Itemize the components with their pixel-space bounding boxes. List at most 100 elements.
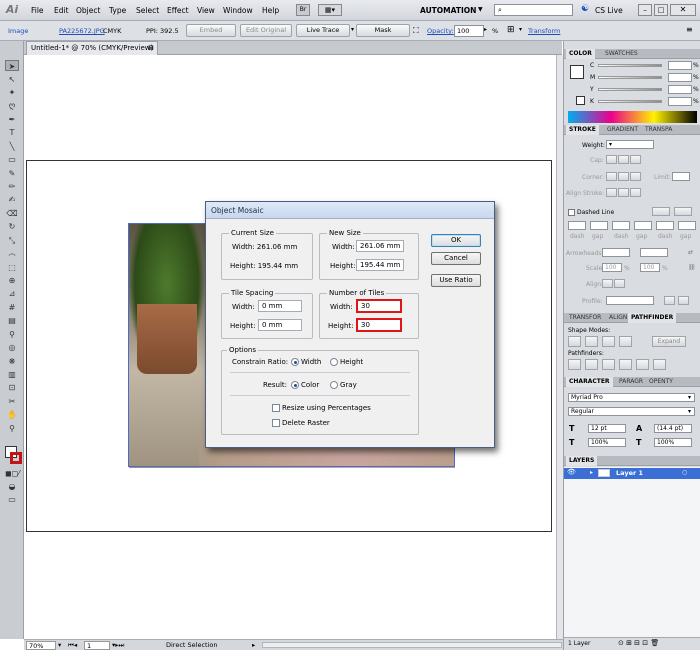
cs-live-menu[interactable]: CS Live: [595, 6, 623, 15]
arrow-tip-beyond-button[interactable]: [602, 279, 613, 288]
rotate-tool-icon[interactable]: ↻: [5, 221, 19, 232]
tab-opentype[interactable]: OPENTY: [646, 377, 676, 387]
round-cap-button[interactable]: [618, 155, 629, 164]
end-scale-input[interactable]: 100: [640, 263, 660, 272]
butt-cap-button[interactable]: [606, 155, 617, 164]
horizontal-scale-input[interactable]: 100%: [654, 438, 692, 447]
flip-across-button[interactable]: [678, 296, 689, 305]
layer-name[interactable]: Layer 1: [616, 469, 643, 477]
hand-tool-icon[interactable]: ✋: [5, 409, 19, 420]
tab-color[interactable]: COLOR: [566, 49, 595, 59]
gap-3-input[interactable]: [678, 221, 696, 230]
horizontal-scrollbar[interactable]: [262, 642, 562, 648]
menu-file[interactable]: File: [31, 6, 44, 15]
edit-original-button[interactable]: Edit Original: [240, 24, 292, 37]
tiles-height-input[interactable]: 30: [356, 318, 402, 332]
object-type-label[interactable]: Image: [8, 27, 28, 35]
maximize-button[interactable]: □: [654, 4, 668, 16]
channel-y-slider[interactable]: [598, 88, 662, 91]
channel-c-slider[interactable]: [598, 64, 662, 67]
mesh-tool-icon[interactable]: #: [5, 302, 19, 313]
merge-button[interactable]: [602, 359, 615, 370]
result-color-radio[interactable]: [291, 381, 299, 389]
font-family-select[interactable]: Myriad Pro: [568, 393, 695, 402]
dash-2-input[interactable]: [612, 221, 630, 230]
tab-transform[interactable]: TRANSFOR: [566, 313, 604, 323]
spacing-width-input[interactable]: 0 mm: [258, 300, 302, 312]
live-trace-button[interactable]: Live Trace: [296, 24, 350, 37]
channel-c-input[interactable]: [668, 61, 692, 70]
close-tab-icon[interactable]: ⊠: [148, 42, 154, 55]
channel-y-input[interactable]: [668, 85, 692, 94]
first-page-icon[interactable]: ⏮◂: [68, 641, 77, 650]
ok-button[interactable]: OK: [431, 234, 481, 247]
end-arrowhead-select[interactable]: [640, 248, 668, 257]
spacing-height-input[interactable]: 0 mm: [258, 319, 302, 331]
cancel-button[interactable]: Cancel: [431, 252, 481, 265]
result-gray-radio[interactable]: [330, 381, 338, 389]
filename-link[interactable]: PA225672.JPG: [59, 27, 105, 35]
stroke-weight-input[interactable]: ▾: [606, 140, 654, 149]
dash-align-button[interactable]: [674, 207, 692, 216]
minus-front-button[interactable]: [585, 336, 598, 347]
use-ratio-button[interactable]: Use Ratio: [431, 274, 481, 287]
swap-arrowheads-icon[interactable]: ⇄: [688, 249, 693, 256]
color-stroke-swatch[interactable]: [576, 96, 585, 105]
delete-raster-checkbox[interactable]: [272, 419, 280, 427]
type-tool-icon[interactable]: T: [5, 127, 19, 138]
tab-paragraph[interactable]: PARAGR: [616, 377, 646, 387]
lasso-tool-icon[interactable]: ღ: [5, 100, 19, 111]
opacity-link[interactable]: Opacity:: [427, 27, 454, 35]
zoom-dropdown-icon[interactable]: ▾: [58, 641, 61, 649]
dash-3-input[interactable]: [656, 221, 674, 230]
selection-tool-icon[interactable]: ➤: [5, 60, 19, 71]
mask-button[interactable]: Mask: [356, 24, 410, 37]
menu-view[interactable]: View: [197, 6, 215, 15]
menu-window[interactable]: Window: [223, 6, 253, 15]
minimize-button[interactable]: –: [638, 4, 652, 16]
tiles-width-input[interactable]: 30: [356, 299, 402, 313]
eye-icon[interactable]: 👁: [567, 468, 576, 476]
zoom-tool-icon[interactable]: ⚲: [5, 423, 19, 434]
column-graph-tool-icon[interactable]: ▥: [5, 369, 19, 380]
color-mode-icons[interactable]: ◼◻⁄: [5, 468, 20, 479]
search-input[interactable]: ⌕: [494, 4, 573, 16]
crop-icon[interactable]: ⛶: [413, 26, 419, 36]
line-tool-icon[interactable]: ╲: [5, 141, 19, 152]
page-dropdown-icon[interactable]: ▾▸⏭: [112, 641, 124, 650]
draw-mode-icon[interactable]: ◒: [5, 481, 19, 492]
menu-type[interactable]: Type: [109, 6, 126, 15]
document-tab[interactable]: Untitled-1* @ 70% (CMYK/Preview) ⊠: [26, 41, 158, 55]
direct-selection-tool-icon[interactable]: ↖: [5, 74, 19, 85]
align-icon[interactable]: ⊞: [507, 25, 515, 35]
eraser-tool-icon[interactable]: ⌫: [5, 208, 19, 219]
tab-character[interactable]: CHARACTER: [566, 377, 613, 387]
flip-along-button[interactable]: [664, 296, 675, 305]
constrain-width-radio[interactable]: [291, 358, 299, 366]
magic-wand-tool-icon[interactable]: ✦: [5, 87, 19, 98]
tab-pathfinder[interactable]: PATHFINDER: [628, 313, 677, 323]
projecting-cap-button[interactable]: [630, 155, 641, 164]
rectangle-tool-icon[interactable]: ▭: [5, 154, 19, 165]
live-trace-options-icon[interactable]: ▾: [351, 26, 354, 33]
arrange-documents-icon[interactable]: ▦▾: [318, 4, 342, 16]
opacity-input[interactable]: 100: [454, 25, 484, 37]
color-fill-swatch[interactable]: [570, 65, 584, 79]
shape-builder-tool-icon[interactable]: ⊕: [5, 275, 19, 286]
bevel-join-button[interactable]: [630, 172, 641, 181]
gap-2-input[interactable]: [634, 221, 652, 230]
embed-button[interactable]: Embed: [186, 24, 236, 37]
outline-button[interactable]: [636, 359, 649, 370]
perspective-grid-tool-icon[interactable]: ⊿: [5, 288, 19, 299]
control-panel-menu-icon[interactable]: ≡: [686, 25, 693, 34]
font-style-select[interactable]: Regular: [568, 407, 695, 416]
channel-m-slider[interactable]: [598, 76, 662, 79]
bridge-button[interactable]: Br: [296, 4, 310, 16]
symbol-sprayer-tool-icon[interactable]: ❋: [5, 356, 19, 367]
minus-back-button[interactable]: [653, 359, 666, 370]
color-spectrum[interactable]: [568, 111, 697, 123]
limit-input[interactable]: [672, 172, 690, 181]
miter-join-button[interactable]: [606, 172, 617, 181]
start-scale-input[interactable]: 100: [602, 263, 622, 272]
align-inside-button[interactable]: [618, 188, 629, 197]
